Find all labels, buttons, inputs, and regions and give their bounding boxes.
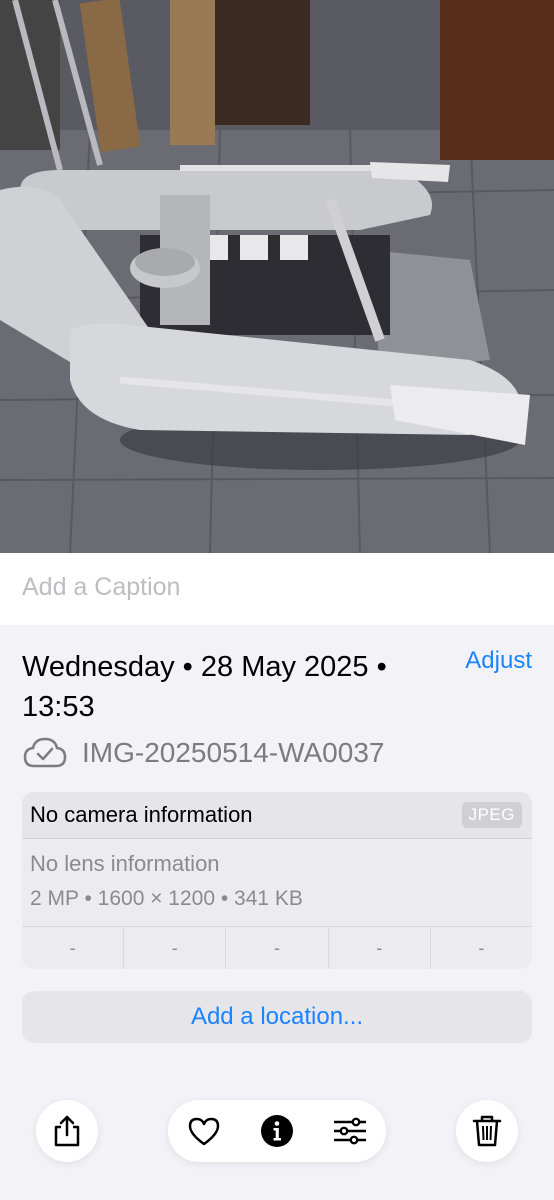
share-button[interactable] [36, 1100, 98, 1162]
info-button[interactable] [259, 1113, 295, 1149]
photo-view[interactable] [0, 0, 554, 553]
add-location-button[interactable]: Add a location... [22, 991, 532, 1043]
exif-iso: - [22, 927, 125, 969]
caption-placeholder[interactable]: Add a Caption [22, 573, 180, 602]
icloud-check-icon [23, 737, 67, 768]
image-specs: 2 MP • 1600 × 1200 • 341 KB [30, 887, 303, 910]
date-time-label: Wednesday • 28 May 2025 • 13:53 [22, 651, 387, 723]
exif-shutter: - [478, 938, 485, 958]
exif-exposure: - [226, 927, 329, 969]
lens-info: No lens information [30, 851, 220, 876]
metadata-card-body: No lens information 2 MP • 1600 × 1200 •… [22, 839, 532, 927]
format-badge: JPEG [461, 802, 522, 828]
heart-icon [188, 1117, 220, 1146]
adjust-date-button[interactable]: Adjust [465, 647, 532, 675]
exif-row: - - - - - [22, 927, 532, 969]
action-pill [168, 1100, 386, 1162]
edit-adjust-button[interactable] [332, 1113, 368, 1149]
exif-focal-length: - [124, 927, 227, 969]
adjustments-icon [334, 1117, 366, 1145]
share-icon [54, 1115, 80, 1147]
bottom-toolbar [0, 1100, 554, 1166]
metadata-card-header: No camera information JPEG [22, 792, 532, 839]
trash-icon [472, 1115, 502, 1147]
exif-aperture: - [329, 927, 431, 969]
dinghy-photo-image [0, 0, 554, 553]
delete-button[interactable] [456, 1100, 518, 1162]
caption-area[interactable]: Add a Caption [0, 553, 554, 625]
file-name: IMG-20250514-WA0037 [82, 737, 385, 768]
file-name-row: IMG-20250514-WA0037 [22, 733, 384, 773]
info-icon [261, 1115, 293, 1147]
metadata-card: No camera information JPEG No lens infor… [22, 792, 532, 969]
camera-info: No camera information [30, 802, 253, 827]
favorite-button[interactable] [186, 1113, 222, 1149]
